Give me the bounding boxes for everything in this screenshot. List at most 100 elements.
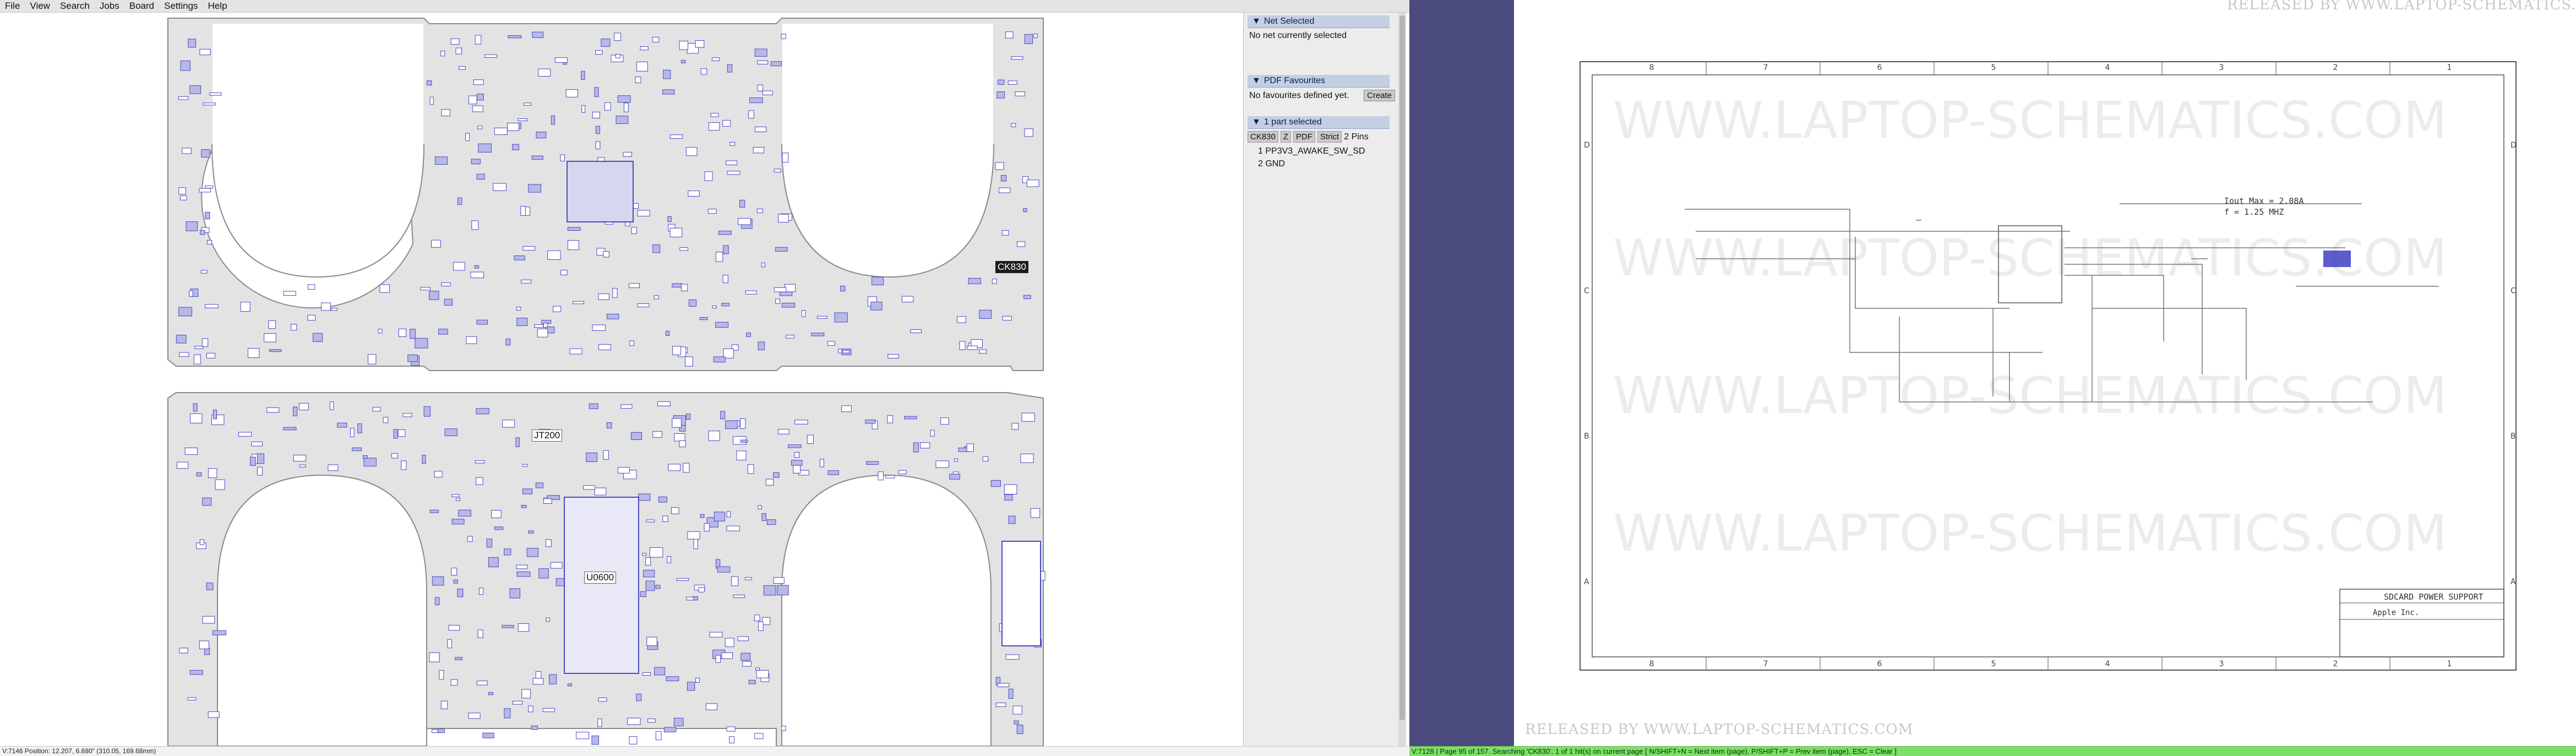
board-component: [693, 539, 698, 550]
board-component: [841, 405, 852, 412]
board-component: [176, 335, 187, 344]
board-component: [731, 576, 739, 586]
create-favourite-button[interactable]: Create: [1364, 90, 1396, 101]
board-component: [996, 91, 1005, 99]
menu-jobs[interactable]: Jobs: [95, 1, 124, 12]
board-component: [313, 333, 323, 342]
menu-view[interactable]: View: [25, 1, 55, 12]
part-chip-zoom[interactable]: Z: [1280, 131, 1292, 143]
part-chip-strict[interactable]: Strict: [1317, 131, 1342, 143]
board-component: [535, 482, 543, 488]
pdf-favourites-header[interactable]: ▼ PDF Favourites: [1248, 75, 1390, 88]
menu-search[interactable]: Search: [55, 1, 95, 12]
board-component: [329, 401, 334, 410]
pin-row[interactable]: 2 GND: [1258, 159, 1285, 169]
part-label-ck830[interactable]: CK830: [995, 261, 1028, 273]
board-view[interactable]: CK830 JT200 U0600: [0, 13, 1242, 746]
board-component: [407, 354, 418, 362]
board-component: [652, 37, 660, 42]
board-component: [603, 251, 609, 258]
board-component: [777, 429, 789, 434]
board-component: [179, 648, 188, 654]
board-component: [402, 413, 412, 417]
board-component: [1033, 34, 1038, 39]
board-component: [504, 548, 511, 556]
board-component: [756, 670, 769, 678]
connector-right: [1001, 541, 1041, 646]
board-component: [1016, 725, 1023, 735]
board-component: [531, 725, 538, 730]
board-component: [698, 587, 705, 592]
pdf-page[interactable]: RELEASED BY WWW.LAPTOP-SCHEMATICS.COM 88…: [1514, 0, 2576, 747]
board-component: [676, 578, 689, 581]
board-component: [1008, 515, 1016, 524]
board-component: [567, 227, 581, 231]
board-component: [748, 679, 756, 684]
board-component: [194, 346, 204, 349]
collapse-triangle-icon[interactable]: ▼: [1252, 17, 1261, 26]
board-component: [202, 497, 212, 506]
board-component: [573, 301, 584, 304]
grid-row-label: A: [1584, 578, 1589, 586]
board-component: [458, 66, 466, 70]
board-component: [725, 638, 734, 648]
board-component: [904, 416, 917, 420]
grid-row-label: B: [1584, 432, 1589, 441]
board-component: [949, 474, 960, 480]
collapse-triangle-icon[interactable]: ▼: [1252, 117, 1261, 127]
board-component: [1015, 91, 1026, 96]
menu-board[interactable]: Board: [124, 1, 159, 12]
board-component: [522, 246, 536, 251]
net-selected-header[interactable]: ▼ Net Selected: [1248, 15, 1390, 28]
part-label-jt200[interactable]: JT200: [532, 429, 563, 442]
board-component: [206, 240, 212, 244]
collapse-triangle-icon[interactable]: ▼: [1252, 76, 1261, 86]
board-component: [898, 470, 907, 475]
board-component: [448, 625, 460, 631]
part-chip-ck830[interactable]: CK830: [1248, 131, 1278, 143]
board-component: [522, 464, 528, 467]
board-canvas[interactable]: [0, 13, 1242, 746]
parts-selected-header[interactable]: ▼ 1 part selected: [1248, 116, 1390, 129]
board-component: [193, 403, 198, 412]
board-component: [432, 576, 444, 586]
board-component: [763, 585, 776, 596]
board-component: [528, 530, 534, 534]
board-component: [328, 464, 339, 471]
cutout-top-right-rect: [782, 24, 993, 145]
board-component: [502, 420, 515, 428]
board-component: [429, 291, 439, 300]
board-component: [401, 460, 407, 470]
board-component: [866, 461, 879, 465]
board-component: [247, 348, 260, 358]
board-component: [754, 733, 764, 739]
board-component: [672, 346, 682, 355]
menu-file[interactable]: File: [0, 1, 25, 12]
menu-settings[interactable]: Settings: [159, 1, 203, 12]
grid-column-label: 5: [1991, 660, 1996, 668]
board-component: [368, 354, 377, 365]
release-watermark-bottom: RELEASED BY WWW.LAPTOP-SCHEMATICS.COM: [1525, 721, 1914, 738]
panel-scrollbar-thumb[interactable]: [1399, 15, 1405, 720]
board-component: [712, 306, 717, 308]
board-component: [781, 303, 796, 308]
board-component: [721, 303, 730, 307]
bga-soc: [567, 161, 634, 222]
pin-row[interactable]: 1 PP3V3_AWAKE_SW_SD: [1258, 146, 1365, 156]
board-component: [397, 429, 406, 437]
part-chip-pdf[interactable]: PDF: [1293, 131, 1316, 143]
board-component: [758, 341, 765, 351]
board-component: [668, 464, 681, 471]
board-component: [538, 68, 551, 77]
menu-help[interactable]: Help: [203, 1, 232, 12]
sheet-watermarks: WWW.LAPTOP-SCHEMATICS.COM WWW.LAPTOP-SCHE…: [1613, 91, 2447, 563]
board-component: [469, 95, 477, 105]
board-component: [999, 187, 1011, 193]
board-component: [723, 245, 729, 254]
board-component: [715, 252, 723, 262]
grid-row-label: C: [1584, 286, 1589, 295]
board-component: [1020, 453, 1034, 463]
net-selected-message: No net currently selected: [1249, 31, 1347, 40]
part-label-u0600[interactable]: U0600: [584, 572, 617, 584]
cutout-top-left: [211, 144, 425, 278]
